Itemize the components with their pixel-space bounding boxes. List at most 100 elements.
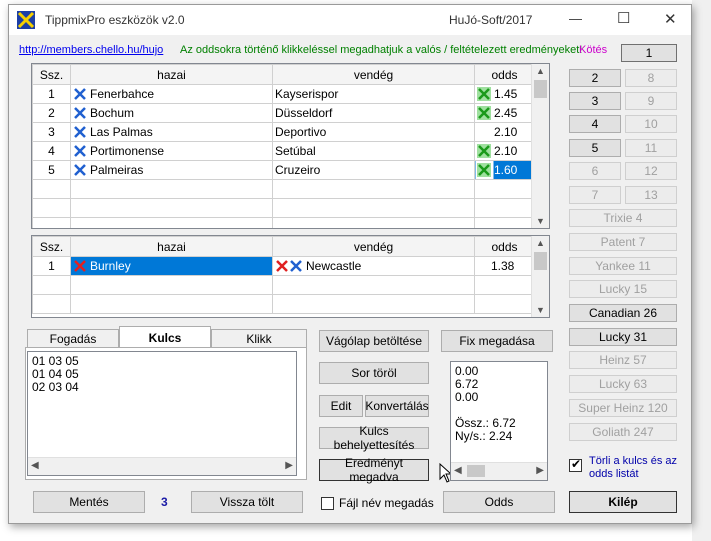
number-button-1[interactable]: 1	[621, 44, 677, 62]
scroll-down-icon[interactable]: ▼	[536, 216, 545, 226]
tab-klikk[interactable]: Klikk	[211, 329, 307, 348]
number-button-11[interactable]: 11	[625, 139, 677, 157]
exit-button[interactable]: Kilép	[569, 491, 677, 513]
odds-cell[interactable]: 2.10	[474, 122, 535, 142]
number-button-3[interactable]: 3	[569, 92, 621, 110]
scroll-up-icon[interactable]: ▲	[536, 66, 545, 76]
home-team-cell[interactable]: Portimonense	[70, 141, 273, 161]
system-button-lucky63[interactable]: Lucky 63	[569, 375, 677, 393]
scroll-up-icon[interactable]: ▲	[536, 238, 545, 248]
edit-button[interactable]: Edit	[319, 395, 363, 417]
col-odds[interactable]: odds	[474, 64, 535, 85]
filename-checkbox[interactable]	[321, 497, 334, 510]
home-team-cell[interactable]: Bochum	[70, 103, 273, 123]
homepage-link[interactable]: http://members.chello.hu/hujo	[19, 44, 163, 56]
home-team-cell[interactable]: Las Palmas	[70, 122, 273, 142]
number-button-10[interactable]: 10	[625, 115, 677, 133]
scroll-right-icon[interactable]: ▶	[285, 459, 293, 472]
system-button-yankee[interactable]: Yankee 11	[569, 257, 677, 275]
number-button-7[interactable]: 7	[569, 186, 621, 204]
convert-button[interactable]: Konvertálás	[365, 395, 429, 417]
system-button-lucky15[interactable]: Lucky 15	[569, 280, 677, 298]
odds-cell[interactable]: 1.38	[474, 256, 535, 276]
col-vendeg[interactable]: vendég	[272, 64, 475, 85]
odds-value: 1.60	[494, 162, 518, 177]
away-team-cell[interactable]: Kayserispor	[272, 84, 475, 104]
bankers-grid[interactable]: Ssz. hazai vendég odds 1 Burnley Newcast…	[31, 235, 550, 318]
system-button-trixie[interactable]: Trixie 4	[569, 209, 677, 227]
tab-fogadas[interactable]: Fogadás	[27, 329, 119, 348]
hint-text: Az oddsokra történő klikkeléssel megadha…	[180, 44, 583, 56]
save-button[interactable]: Mentés	[33, 491, 145, 513]
matches-grid[interactable]: Ssz. hazai vendég odds 1 Fenerbahce Kayser…	[31, 63, 550, 229]
enter-result-button[interactable]: Eredményt megadva	[319, 456, 429, 484]
delete-row-button[interactable]: Sor töröl	[319, 362, 429, 384]
key-list-memo[interactable]: 01 03 05 01 04 05 02 03 04 ◀ ▶	[27, 351, 297, 476]
blue-x-icon	[73, 163, 87, 177]
table-row[interactable]: 2 Bochum Düsseldorf 2.45	[32, 103, 535, 123]
scroll-left-icon[interactable]: ◀	[454, 464, 462, 477]
away-team-cell[interactable]: Cruzeiro	[272, 160, 475, 180]
away-team-cell[interactable]: Deportivo	[272, 122, 475, 142]
away-team-cell[interactable]: Düsseldorf	[272, 103, 475, 123]
results-hscrollbar[interactable]: ◀ ▶	[451, 462, 547, 480]
odds-cell[interactable]: 2.10	[474, 141, 535, 161]
scrollbar-thumb[interactable]	[534, 252, 547, 270]
number-button-12[interactable]: 12	[625, 162, 677, 180]
table-row[interactable]: 4 Portimonense Setúbal 2.10	[32, 141, 535, 161]
green-x-icon	[477, 144, 491, 159]
number-button-13[interactable]: 13	[625, 186, 677, 204]
home-team-cell[interactable]: Burnley	[70, 256, 273, 276]
number-button-5[interactable]: 5	[569, 139, 621, 157]
green-x-icon	[477, 87, 491, 102]
system-button-canadian[interactable]: Canadian 26	[569, 304, 677, 322]
fix-button[interactable]: Fix megadása	[441, 330, 553, 352]
table-row[interactable]: 3 Las Palmas Deportivo 2.10	[32, 122, 535, 142]
scroll-right-icon[interactable]: ▶	[536, 464, 544, 477]
key-list-hscrollbar[interactable]: ◀ ▶	[28, 457, 296, 475]
col-hazai[interactable]: hazai	[70, 64, 273, 85]
table-row[interactable]: 5 Palmeiras Cruzeiro 1.60	[32, 160, 535, 180]
odds-cell[interactable]: 1.45	[474, 84, 535, 104]
col-ssz[interactable]: Ssz.	[32, 236, 71, 257]
load-clipboard-button[interactable]: Vágólap betöltése	[319, 330, 429, 352]
number-button-6[interactable]: 6	[569, 162, 621, 180]
replace-key-button[interactable]: Kulcs behelyettesítés	[319, 424, 429, 452]
number-button-8[interactable]: 8	[625, 69, 677, 87]
results-memo[interactable]: 0.00 6.72 0.00 Össz.: 6.72 Ny/s.: 2.24 ◀…	[450, 361, 548, 481]
title-bar[interactable]: TippmixPro eszközök v2.0 HuJó-Soft/2017 …	[9, 5, 691, 35]
away-team-cell[interactable]: Setúbal	[272, 141, 475, 161]
matches-scrollbar[interactable]: ▲ ▼	[531, 64, 549, 228]
home-team-cell[interactable]: Palmeiras	[70, 160, 273, 180]
reload-button[interactable]: Vissza tölt	[191, 491, 303, 513]
clear-keys-checkbox[interactable]: ✔	[569, 457, 582, 472]
maximize-icon[interactable]: ☐	[617, 9, 630, 27]
scrollbar-thumb[interactable]	[534, 80, 547, 98]
col-vendeg[interactable]: vendég	[272, 236, 475, 257]
tab-kulcs[interactable]: Kulcs	[119, 326, 211, 348]
minimize-icon[interactable]: —	[569, 11, 582, 26]
away-team-cell[interactable]: Newcastle	[272, 256, 475, 276]
number-button-4[interactable]: 4	[569, 115, 621, 133]
system-button-heinz[interactable]: Heinz 57	[569, 351, 677, 369]
col-odds[interactable]: odds	[474, 236, 535, 257]
scrollbar-thumb[interactable]	[467, 465, 485, 477]
col-hazai[interactable]: hazai	[70, 236, 273, 257]
table-row[interactable]: 1 Burnley Newcastle 1.38	[32, 256, 535, 276]
col-ssz[interactable]: Ssz.	[32, 64, 71, 85]
number-button-2[interactable]: 2	[569, 69, 621, 87]
home-team-cell[interactable]: Fenerbahce	[70, 84, 273, 104]
number-button-9[interactable]: 9	[625, 92, 677, 110]
system-button-patent[interactable]: Patent 7	[569, 233, 677, 251]
odds-button[interactable]: Odds	[443, 491, 555, 513]
system-button-goliath[interactable]: Goliath 247	[569, 423, 677, 441]
odds-cell[interactable]: 2.45	[474, 103, 535, 123]
table-row[interactable]: 1 Fenerbahce Kayserispor 1.45	[32, 84, 535, 104]
scroll-down-icon[interactable]: ▼	[536, 305, 545, 315]
odds-cell[interactable]: 1.60	[474, 160, 535, 180]
system-button-superheinz[interactable]: Super Heinz 120	[569, 399, 677, 417]
bankers-scrollbar[interactable]: ▲ ▼	[531, 236, 549, 317]
system-button-lucky31[interactable]: Lucky 31	[569, 328, 677, 346]
scroll-left-icon[interactable]: ◀	[31, 459, 39, 472]
close-icon[interactable]: ✕	[664, 10, 677, 28]
